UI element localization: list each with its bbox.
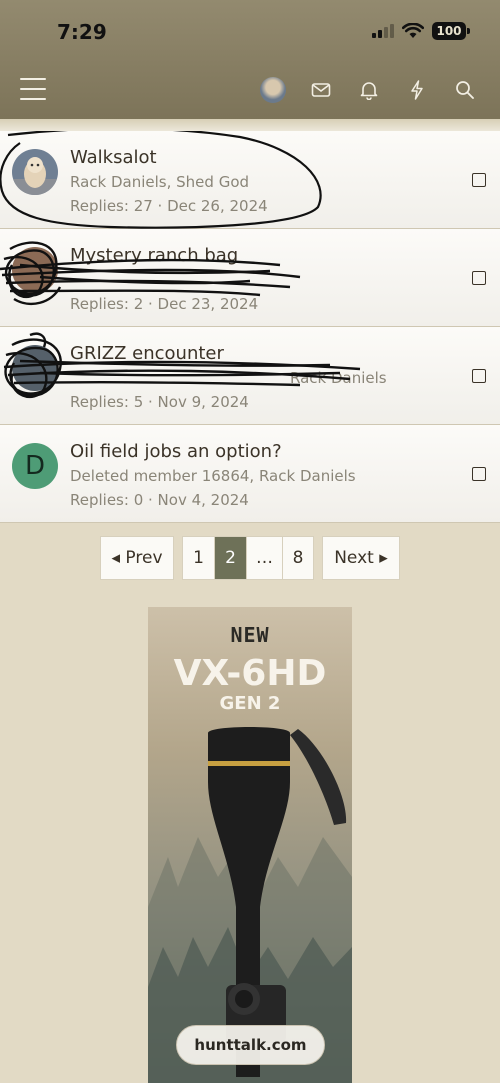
thread-replies: Replies: 5 · Nov 9, 2024 [70, 393, 249, 411]
select-checkbox[interactable] [472, 271, 486, 285]
thread-replies: Replies: 27 · Dec 26, 2024 [70, 197, 268, 215]
thread-participants: Rack Daniels [290, 369, 387, 387]
menu-icon[interactable] [20, 78, 46, 100]
riflescope-image [208, 727, 347, 1077]
thread-replies: Replies: 2 · Dec 23, 2024 [70, 295, 259, 313]
list-item[interactable]: D Oil field jobs an option? Deleted memb… [0, 425, 500, 523]
wifi-icon [402, 23, 424, 38]
avatar [12, 149, 58, 195]
page-numbers: 1 2 … 8 [182, 536, 314, 580]
thread-title[interactable]: Oil field jobs an option? [70, 441, 282, 462]
nav-bar [0, 66, 500, 116]
bell-icon [360, 82, 378, 100]
page-8-button[interactable]: 8 [282, 536, 314, 580]
battery-icon: 100 [432, 22, 470, 40]
list-item[interactable]: Mystery ranch bag Replies: 2 · Dec 23, 2… [0, 229, 500, 327]
select-checkbox[interactable] [472, 467, 486, 481]
pagination: ◂ Prev 1 2 … 8 Next ▸ [100, 536, 400, 580]
thread-title[interactable]: GRIZZ encounter [70, 343, 224, 364]
thread-participants: Deleted member 16864, Rack Daniels [70, 467, 356, 485]
select-checkbox[interactable] [472, 369, 486, 383]
select-checkbox[interactable] [472, 173, 486, 187]
avatar [260, 77, 286, 103]
top-bar: 7:29 100 [0, 0, 500, 122]
avatar: D [12, 443, 58, 489]
page-ellipsis-button[interactable]: … [246, 536, 282, 580]
prev-button[interactable]: ◂ Prev [100, 536, 174, 580]
thread-title[interactable]: Mystery ranch bag [70, 245, 238, 266]
avatar [12, 345, 58, 391]
page-1-button[interactable]: 1 [182, 536, 214, 580]
status-icons: 100 [372, 22, 470, 40]
alerts-button[interactable] [354, 75, 384, 105]
advertisement[interactable]: NEW VX-6HD GEN 2 [148, 607, 352, 1083]
site-url-pill[interactable]: hunttalk.com [176, 1025, 325, 1065]
thread-title[interactable]: Walksalot [70, 147, 157, 168]
whats-new-button[interactable] [402, 75, 432, 105]
account-button[interactable] [258, 75, 288, 105]
header-shadow [0, 119, 500, 131]
search-button[interactable] [450, 75, 480, 105]
page-2-button[interactable]: 2 [214, 536, 246, 580]
lightning-icon [411, 80, 423, 100]
list-item[interactable]: Walksalot Rack Daniels, Shed God Replies… [0, 131, 500, 229]
thread-replies: Replies: 0 · Nov 4, 2024 [70, 491, 249, 509]
thread-participants: Rack Daniels, Shed God [70, 173, 250, 191]
avatar [12, 247, 58, 293]
status-time: 7:29 [57, 20, 107, 44]
cellular-signal-icon [372, 24, 394, 38]
mail-icon [311, 83, 331, 97]
next-button[interactable]: Next ▸ [322, 536, 400, 580]
list-item[interactable]: GRIZZ encounter Rack Daniels Replies: 5 … [0, 327, 500, 425]
search-icon [456, 81, 474, 99]
inbox-button[interactable] [306, 75, 336, 105]
thread-list: Walksalot Rack Daniels, Shed God Replies… [0, 131, 500, 523]
